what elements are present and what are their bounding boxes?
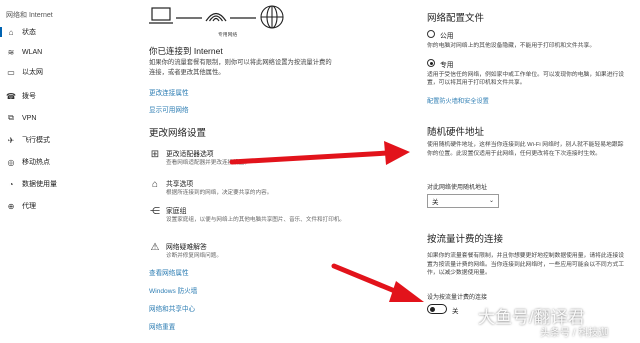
annotation-arrows	[229, 141, 424, 302]
watermark-line2: 头条号 / 科技迦	[540, 328, 609, 339]
red-arrow-2	[331, 263, 424, 302]
red-arrow-1	[229, 141, 410, 165]
